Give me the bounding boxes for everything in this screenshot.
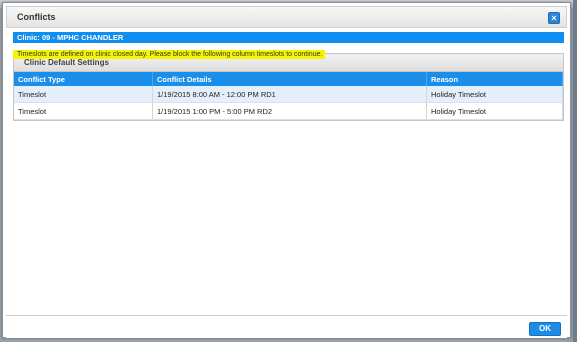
cell-conflict-details: 1/19/2015 8:00 AM - 12:00 PM RD1 [152, 86, 427, 103]
conflicts-dialog: Conflicts × Clinic: 09 - MPHC CHANDLER T… [2, 2, 571, 338]
cell-reason: Holiday Timeslot [426, 86, 563, 103]
ok-button[interactable]: OK [529, 322, 561, 336]
cell-conflict-type: Timeslot [14, 102, 153, 120]
cell-conflict-type: Timeslot [14, 86, 153, 103]
conflicts-table: Conflict Type Conflict Details Reason Ti… [14, 72, 563, 120]
clinic-default-settings-section: Clinic Default Settings Conflict Type Co… [13, 53, 564, 121]
table-row[interactable]: Timeslot 1/19/2015 8:00 AM - 12:00 PM RD… [14, 86, 563, 103]
backdrop-scroll-edge [573, 0, 577, 342]
table-header-row: Conflict Type Conflict Details Reason [14, 72, 563, 86]
cell-conflict-details: 1/19/2015 1:00 PM - 5:00 PM RD2 [152, 102, 427, 120]
dialog-footer: OK [6, 315, 567, 338]
clinic-banner: Clinic: 09 - MPHC CHANDLER [13, 32, 564, 43]
column-header-conflict-details[interactable]: Conflict Details [152, 72, 427, 86]
dialog-content: Clinic: 09 - MPHC CHANDLER Timeslots are… [13, 32, 564, 121]
warning-message: Timeslots are defined on clinic closed d… [13, 50, 326, 59]
table-row[interactable]: Timeslot 1/19/2015 1:00 PM - 5:00 PM RD2… [14, 102, 563, 120]
column-header-conflict-type[interactable]: Conflict Type [14, 72, 153, 86]
dialog-title: Conflicts [17, 12, 56, 22]
cell-reason: Holiday Timeslot [426, 102, 563, 120]
close-button[interactable]: × [548, 12, 560, 24]
warning-line: Timeslots are defined on clinic closed d… [13, 43, 564, 59]
column-header-reason[interactable]: Reason [426, 72, 563, 86]
close-icon: × [551, 13, 557, 23]
dialog-title-bar[interactable]: Conflicts × [6, 6, 567, 28]
